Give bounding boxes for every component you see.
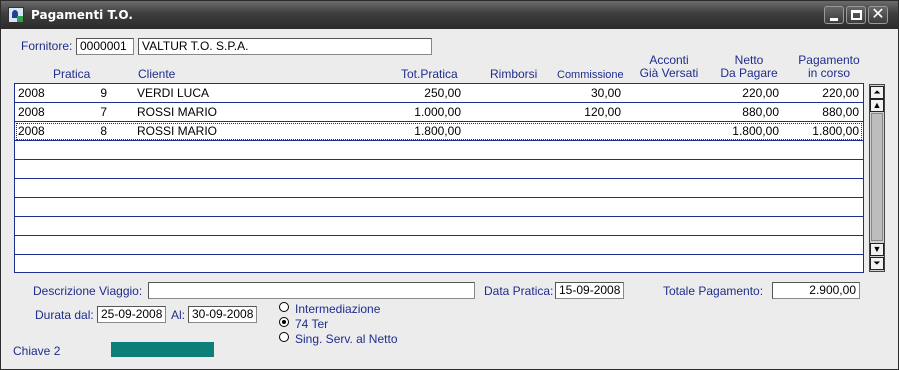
table-row-empty[interactable] [15, 198, 863, 217]
scroll-up-icon: ▲ [872, 100, 882, 110]
cell-pagamento: 220,00 [822, 86, 859, 100]
durata-dal-label: Durata dal: [35, 308, 94, 322]
durata-al-label: Al: [171, 308, 186, 322]
col-header-netto-line2: Da Pagare [720, 66, 778, 80]
minimize-button[interactable] [824, 6, 844, 24]
cell-cliente: ROSSI MARIO [137, 124, 218, 138]
minimize-icon [830, 18, 838, 21]
close-icon: ✕ [871, 6, 885, 23]
radio-button-icon [279, 332, 289, 342]
table-row-empty[interactable] [15, 179, 863, 198]
status-bar-indicator [111, 342, 214, 357]
cell-pagamento: 880,00 [822, 105, 859, 119]
col-header-pagamento: Pagamento in corso [796, 54, 862, 80]
durata-dal-field[interactable]: 25-09-2008 [97, 306, 166, 323]
col-header-cliente: Cliente [138, 67, 176, 81]
descrizione-label: Descrizione Viaggio: [33, 284, 143, 298]
payments-table[interactable]: 2008 9 VERDI LUCA 250,00 30,00 220,00 22… [14, 83, 864, 273]
col-header-rimborsi: Rimborsi [490, 67, 538, 81]
table-row[interactable]: 2008 9 VERDI LUCA 250,00 30,00 220,00 22… [15, 84, 863, 103]
table-row-empty[interactable] [15, 217, 863, 236]
scroll-bottom-button[interactable]: ⏷ [870, 257, 884, 270]
scroll-bottom-icon: ⏷ [873, 258, 881, 268]
cell-cliente: ROSSI MARIO [137, 105, 218, 119]
supplier-label: Fornitore: [21, 39, 73, 53]
cell-commissione: 30,00 [590, 86, 621, 100]
col-header-netto: Netto Da Pagare [717, 54, 781, 80]
cell-tot-pratica: 250,00 [424, 86, 461, 100]
cell-commissione: 120,00 [584, 105, 621, 119]
supplier-name-field[interactable]: VALTUR T.O. S.P.A. [138, 38, 432, 55]
radio-intermediazione[interactable]: Intermediazione [279, 302, 380, 316]
scroll-top-button[interactable]: ⏶ [870, 86, 884, 99]
col-header-pagamento-line2: in corso [807, 66, 851, 80]
table-row-empty[interactable] [15, 255, 863, 274]
cell-pratica: 7 [100, 105, 107, 119]
cell-netto: 1.800,00 [732, 124, 779, 138]
app-icon[interactable] [8, 7, 24, 23]
durata-al-field[interactable]: 30-09-2008 [188, 306, 257, 323]
scroll-up-button[interactable]: ▲ [870, 99, 884, 112]
radio-74-ter-label: 74 Ter [295, 317, 329, 331]
table-row[interactable]: 2008 7 ROSSI MARIO 1.000,00 120,00 880,0… [15, 103, 863, 122]
radio-sing-serv-netto-label: Sing. Serv. al Netto [295, 332, 398, 346]
chiave-label: Chiave 2 [13, 344, 61, 358]
data-pratica-label: Data Pratica: [484, 284, 554, 298]
table-row-empty[interactable] [15, 141, 863, 160]
col-header-acconti: Acconti Già Versati [639, 54, 699, 80]
totale-pagamento-label: Totale Pagamento: [663, 284, 764, 298]
scroll-down-button[interactable]: ▼ [870, 243, 884, 256]
vertical-scrollbar[interactable]: ⏶ ▲ ▼ ⏷ [869, 84, 885, 272]
radio-sing-serv-netto[interactable]: Sing. Serv. al Netto [279, 332, 398, 346]
window-title: Pagamenti T.O. [31, 8, 133, 22]
cell-anno: 2008 [18, 86, 45, 100]
close-button[interactable]: ✕ [868, 6, 888, 24]
maximize-icon [851, 10, 862, 20]
descrizione-field[interactable] [148, 282, 475, 299]
cell-netto: 220,00 [742, 86, 779, 100]
table-row-empty[interactable] [15, 160, 863, 179]
cell-pagamento: 1.800,00 [812, 124, 859, 138]
cell-tot-pratica: 1.800,00 [414, 124, 461, 138]
cell-cliente: VERDI LUCA [137, 86, 210, 100]
scroll-down-icon: ▼ [872, 244, 882, 254]
pagamenti-window: Pagamenti T.O. ✕ Fornitore: 0000001 VALT… [0, 0, 899, 370]
table-row-selected[interactable]: 2008 8 ROSSI MARIO 1.800,00 1.800,00 1.8… [15, 122, 863, 141]
col-header-tot-pratica: Tot.Pratica [401, 67, 458, 81]
totale-pagamento-field[interactable]: 2.900,00 [772, 282, 860, 299]
cell-anno: 2008 [18, 124, 45, 138]
data-pratica-field[interactable]: 15-09-2008 [555, 282, 624, 299]
radio-button-icon [279, 302, 289, 312]
radio-button-selected-icon [279, 317, 289, 327]
radio-intermediazione-label: Intermediazione [295, 302, 381, 316]
table-row-empty[interactable] [15, 236, 863, 255]
radio-74-ter[interactable]: 74 Ter [279, 317, 328, 331]
col-header-pratica: Pratica [53, 67, 91, 81]
scroll-top-icon: ⏶ [873, 87, 881, 97]
cell-pratica: 8 [100, 124, 107, 138]
cell-netto: 880,00 [742, 105, 779, 119]
scroll-thumb[interactable] [871, 113, 883, 241]
cell-tot-pratica: 1.000,00 [414, 105, 461, 119]
col-header-commissione: Commissione [557, 69, 624, 81]
cell-pratica: 9 [100, 86, 107, 100]
title-bar[interactable]: Pagamenti T.O. ✕ [1, 1, 898, 29]
col-header-acconti-line2: Già Versati [639, 66, 699, 80]
cell-anno: 2008 [18, 105, 45, 119]
supplier-code-field[interactable]: 0000001 [76, 38, 134, 55]
maximize-button[interactable] [846, 6, 866, 24]
